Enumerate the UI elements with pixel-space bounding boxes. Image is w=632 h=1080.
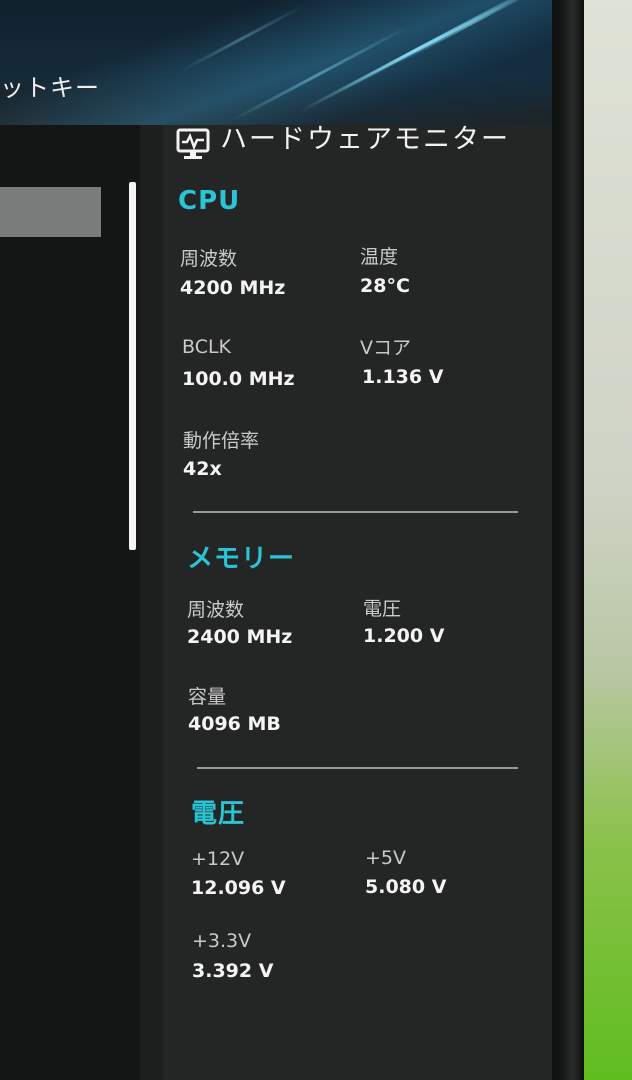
v5-label: +5V xyxy=(365,847,407,869)
v12-label: +12V xyxy=(191,848,245,870)
memory-voltage-label: 電圧 xyxy=(363,598,402,620)
bclk-value: 100.0 MHz xyxy=(182,368,295,390)
vcore-value: 1.136 V xyxy=(362,366,444,388)
memory-capacity-value: 4096 MB xyxy=(188,713,281,735)
v33-value: 3.392 V xyxy=(192,960,274,982)
cpu-temp-label: 温度 xyxy=(360,246,399,268)
ratio-label: 動作倍率 xyxy=(183,430,260,452)
v5-value: 5.080 V xyxy=(365,876,447,898)
ratio-value: 42x xyxy=(183,458,222,480)
voltage-section-title: 電圧 xyxy=(191,799,246,829)
memory-frequency-label: 周波数 xyxy=(187,599,245,621)
cpu-section-title: CPU xyxy=(178,186,241,216)
memory-capacity-label: 容量 xyxy=(188,686,227,708)
cpu-temp-value: 28°C xyxy=(360,275,410,297)
monitor-icon xyxy=(176,128,210,159)
cpu-frequency-value: 4200 MHz xyxy=(180,277,286,299)
menu-item-selected[interactable] xyxy=(0,187,101,237)
section-divider xyxy=(193,511,518,513)
bios-screen: ットキー ハードウェアモニター CPU 周波数 4200 MHz 温度 28°C… xyxy=(0,0,552,1080)
shortcut-key-tab[interactable]: ットキー xyxy=(0,68,100,103)
memory-frequency-value: 2400 MHz xyxy=(187,626,293,648)
bclk-label: BCLK xyxy=(182,336,232,358)
memory-section-title: メモリー xyxy=(187,544,296,574)
v33-label: +3.3V xyxy=(192,930,252,952)
v12-value: 12.096 V xyxy=(191,877,286,899)
left-menu xyxy=(0,125,140,1080)
panel-title: ハードウェアモニター xyxy=(220,124,510,155)
monitor-bezel xyxy=(548,0,584,1080)
section-divider xyxy=(197,767,518,769)
memory-voltage-value: 1.200 V xyxy=(363,625,445,647)
cpu-frequency-label: 周波数 xyxy=(180,248,238,270)
scrollbar[interactable] xyxy=(129,182,136,550)
vcore-label: Vコア xyxy=(360,337,411,359)
header-banner xyxy=(0,0,552,125)
